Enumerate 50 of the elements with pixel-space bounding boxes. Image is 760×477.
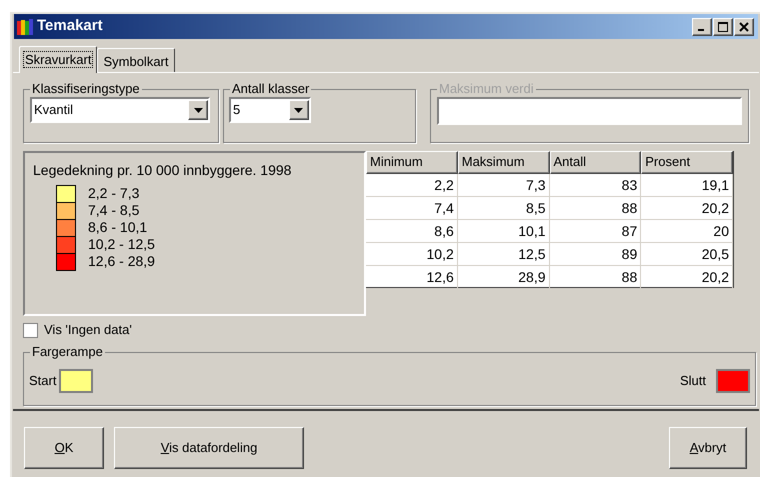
- dialog-button[interactable]: Vis datafordeling: [114, 427, 304, 469]
- dropdown[interactable]: Kvantil: [30, 97, 210, 123]
- legend-label: 12,6 - 28,9: [88, 253, 155, 270]
- minimize-icon[interactable]: [692, 18, 712, 36]
- table-cell: 20: [641, 220, 733, 243]
- table-cell: 7,3: [458, 174, 550, 197]
- table-cell: 19,1: [641, 174, 733, 197]
- maximize-icon[interactable]: [713, 18, 733, 36]
- legend-label: 7,4 - 8,5: [88, 202, 140, 219]
- column-header[interactable]: Antall: [550, 151, 642, 174]
- table-cell: 12,5: [458, 243, 550, 266]
- dialog-button[interactable]: OK: [24, 427, 104, 469]
- end-label: Slutt: [680, 372, 706, 390]
- close-icon[interactable]: [734, 18, 754, 36]
- legend-label: 8,6 - 10,1: [88, 219, 148, 236]
- checkbox[interactable]: [23, 322, 38, 338]
- table-cell: 2,2: [366, 174, 458, 197]
- table-cell: 8,6: [366, 220, 458, 243]
- tab[interactable]: Skravurkart: [19, 46, 98, 73]
- table-cell: 10,1: [458, 220, 550, 243]
- group-label: Klassifiseringstype: [30, 81, 142, 97]
- legend-label: 2,2 - 7,3: [88, 185, 140, 202]
- group-label: Fargerampe: [30, 344, 105, 360]
- column-header[interactable]: Maksimum: [458, 151, 550, 174]
- column-header[interactable]: Minimum: [366, 151, 458, 174]
- table-cell: 8,5: [458, 197, 550, 220]
- column-header[interactable]: Prosent: [641, 151, 733, 174]
- legend-title: Legedekning pr. 10 000 innbyggere. 1998: [33, 161, 292, 180]
- table-cell: 89: [550, 243, 642, 266]
- app-icon: [16, 18, 34, 36]
- table-cell: 10,2: [366, 243, 458, 266]
- table-cell: 28,9: [458, 266, 550, 289]
- table-cell: 20,2: [641, 266, 733, 289]
- tab[interactable]: Symbolkart: [97, 48, 174, 72]
- legend-label: 10,2 - 12,5: [88, 236, 155, 253]
- table-cell: 7,4: [366, 197, 458, 220]
- color-swatch[interactable]: [716, 369, 750, 393]
- window-title: Temakart: [37, 16, 104, 36]
- table-cell: 20,5: [641, 243, 733, 266]
- start-label: Start: [29, 372, 56, 390]
- table-cell: 87: [550, 220, 642, 243]
- checkbox-label: Vis 'Ingen data': [44, 321, 132, 340]
- dropdown[interactable]: 5: [228, 97, 311, 123]
- color-swatch[interactable]: [59, 369, 94, 393]
- table-cell: 88: [550, 266, 642, 289]
- dialog-button[interactable]: Avbryt: [669, 427, 747, 469]
- table-cell: 20,2: [641, 197, 733, 220]
- table-cell: 12,6: [366, 266, 458, 289]
- table-cell: 83: [550, 174, 642, 197]
- table-cell: 88: [550, 197, 642, 220]
